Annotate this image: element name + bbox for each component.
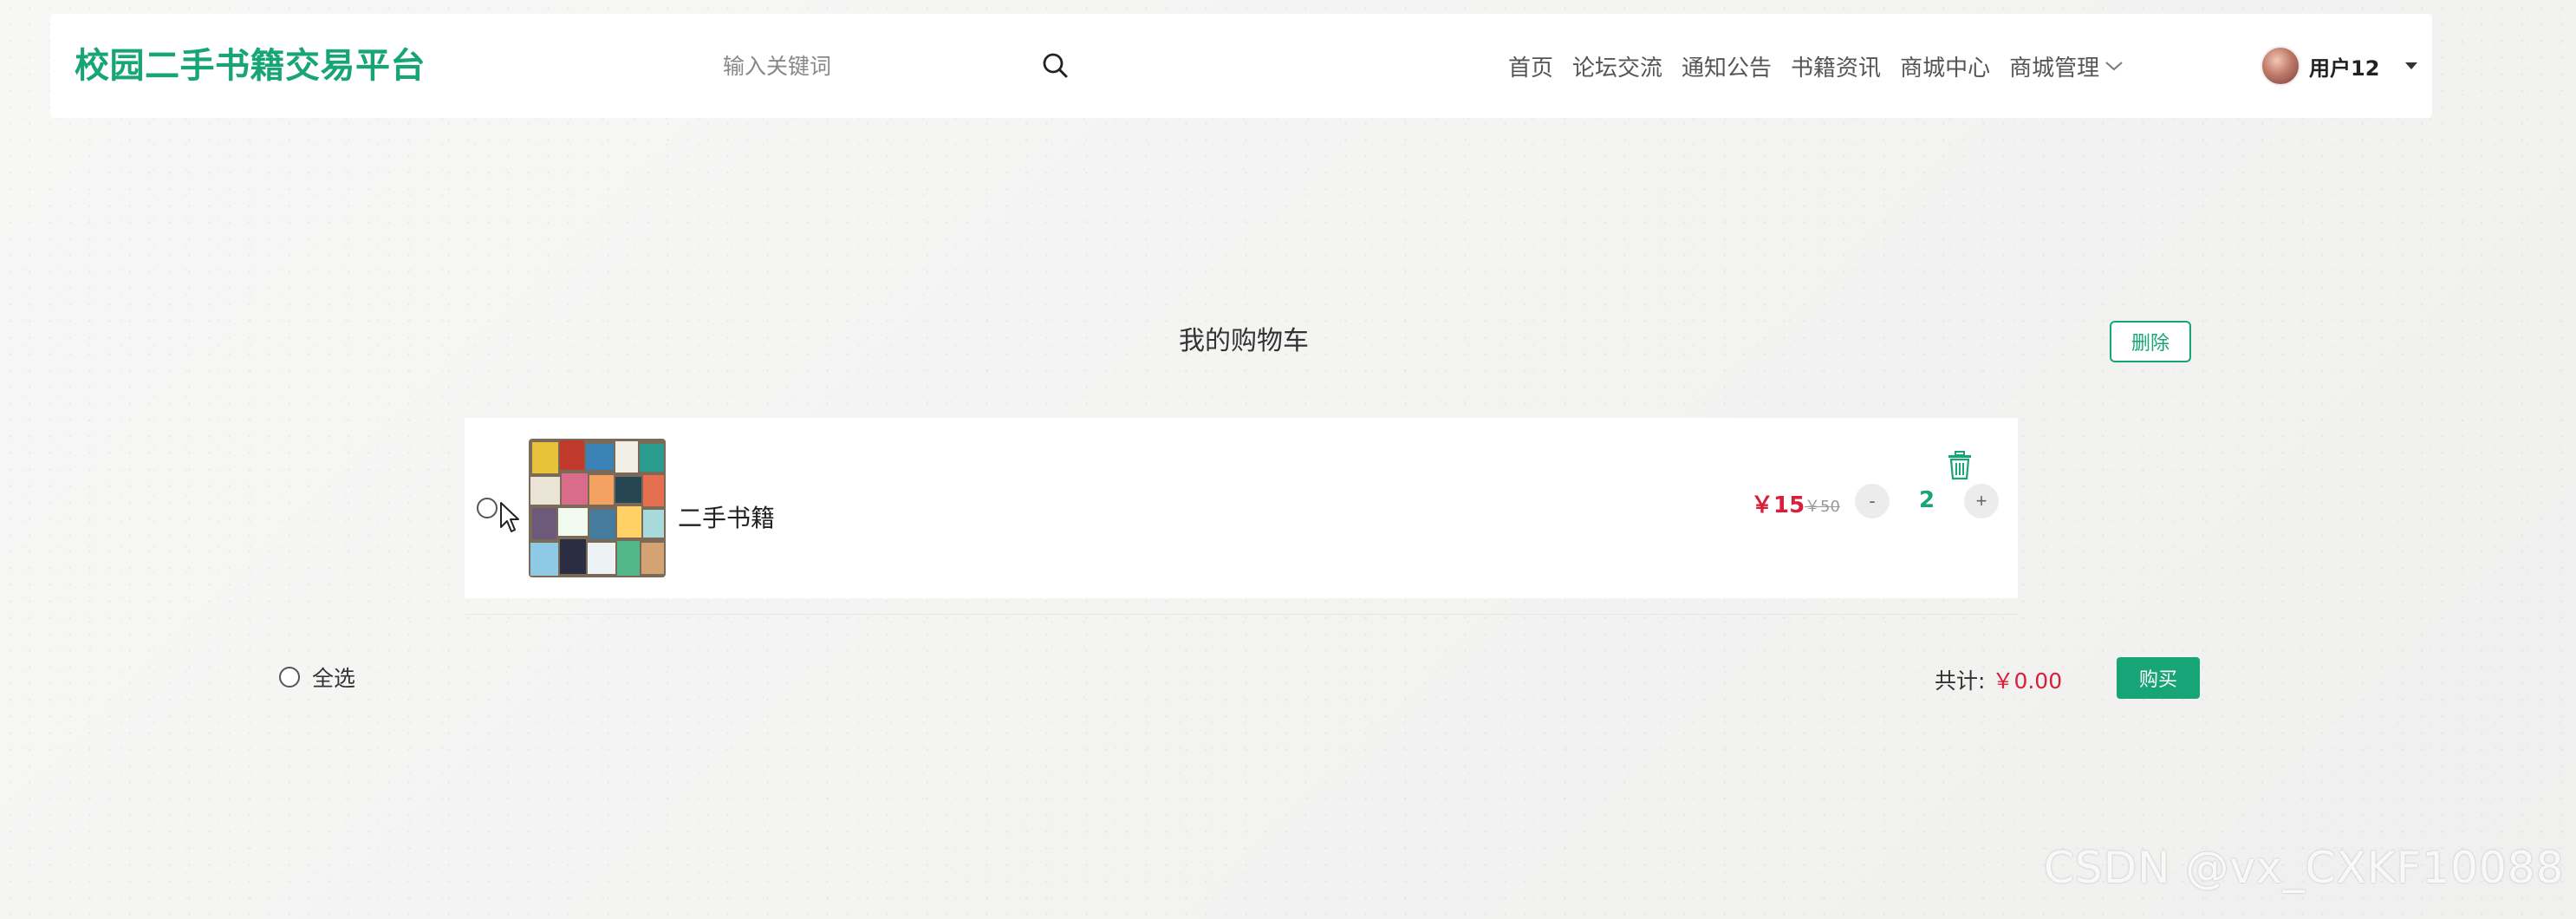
item-name[interactable]: 二手书籍 xyxy=(678,499,775,534)
user-menu[interactable]: 用户12 xyxy=(2261,40,2418,92)
total-amount: ￥0.00 xyxy=(1992,668,2063,694)
nav-home[interactable]: 首页 xyxy=(1508,50,1553,82)
book-thumbnail[interactable] xyxy=(529,439,666,577)
trash-icon[interactable] xyxy=(1947,451,1973,480)
search-icon[interactable] xyxy=(1038,49,1073,83)
item-price: ￥15 xyxy=(1751,492,1805,518)
delete-button[interactable]: 删除 xyxy=(2110,321,2191,362)
search-box xyxy=(667,33,1101,99)
buy-button[interactable]: 购买 xyxy=(2117,657,2200,699)
avatar xyxy=(2261,46,2300,86)
cart-title: 我的购物车 xyxy=(1179,326,1309,356)
top-navbar: 校园二手书籍交易平台 首页 论坛交流 通知公告 书籍资讯 商城中心 商城管理 用… xyxy=(50,14,2432,118)
select-all-label: 全选 xyxy=(312,666,356,691)
nav-forum[interactable]: 论坛交流 xyxy=(1572,50,1662,82)
quantity-increase-button[interactable]: + xyxy=(1964,484,1999,518)
quantity-decrease-button[interactable]: - xyxy=(1855,484,1890,518)
select-all-radio[interactable] xyxy=(279,667,300,688)
total-label: 共计: xyxy=(1935,668,1986,694)
nav-book-news[interactable]: 书籍资讯 xyxy=(1791,50,1881,82)
item-select-radio[interactable] xyxy=(477,498,498,518)
main-nav: 首页 论坛交流 通知公告 书籍资讯 商城中心 商城管理 xyxy=(1508,14,2124,118)
nav-notices[interactable]: 通知公告 xyxy=(1682,50,1772,82)
cart-item: 二手书籍 ￥15 ￥50 - 2 + xyxy=(465,418,2018,598)
nav-shop-management[interactable]: 商城管理 xyxy=(2009,50,2124,82)
watermark: CSDN @vx_CXKF10088 xyxy=(2044,843,2565,893)
quantity-value: 2 xyxy=(1918,487,1935,513)
select-all[interactable]: 全选 xyxy=(279,664,356,691)
username: 用户12 xyxy=(2309,55,2380,81)
mouse-cursor-icon xyxy=(500,502,519,532)
search-input[interactable] xyxy=(667,33,1031,99)
nav-shop-management-label: 商城管理 xyxy=(2009,55,2100,81)
divider xyxy=(465,614,2018,615)
item-original-price: ￥50 xyxy=(1805,498,1840,516)
cart-total: 共计: ￥0.00 xyxy=(1935,664,2062,695)
caret-down-icon xyxy=(2405,62,2418,69)
chevron-down-icon xyxy=(2105,62,2123,71)
nav-shop-center[interactable]: 商城中心 xyxy=(1900,50,1990,82)
site-logo[interactable]: 校园二手书籍交易平台 xyxy=(75,14,426,118)
